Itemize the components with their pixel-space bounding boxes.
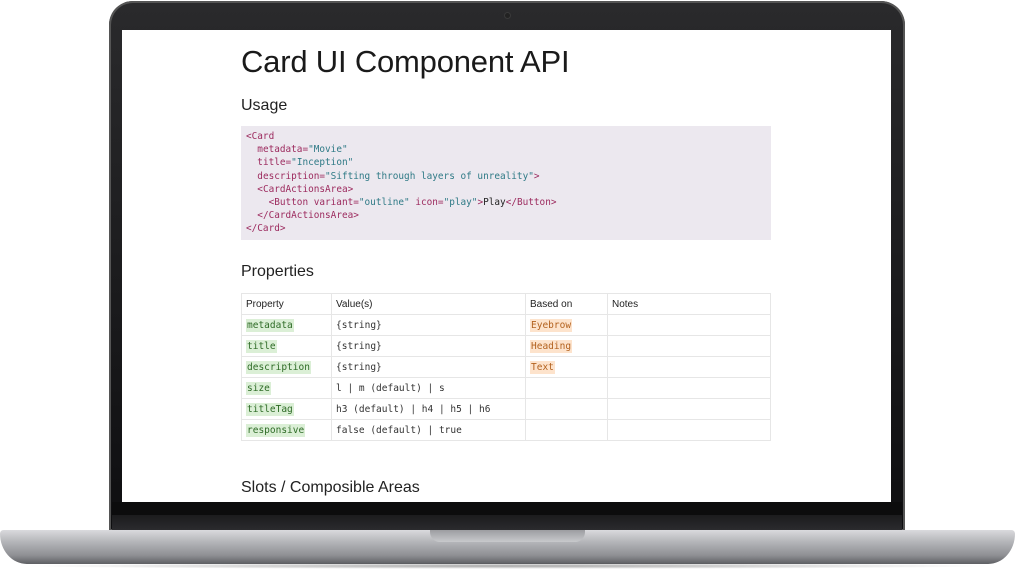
- based-on-chip: Text: [530, 360, 555, 374]
- notes-cell: [607, 314, 771, 336]
- property-cell: title: [241, 335, 332, 357]
- values-cell: {string}: [331, 314, 526, 336]
- properties-table-body: metadata {string} Eyebrow title {string} Head…: [241, 314, 771, 441]
- property-cell: description: [241, 356, 332, 378]
- based-on-cell: Heading: [525, 335, 608, 357]
- lid-opening-notch: [430, 530, 585, 542]
- code-line: title="Inception": [246, 156, 766, 169]
- property-cell: size: [241, 377, 332, 399]
- notes-cell: [607, 356, 771, 378]
- property-name-chip: size: [246, 381, 271, 395]
- notes-cell: [607, 335, 771, 357]
- slots-heading: Slots / Composible Areas: [241, 479, 420, 496]
- based-on-chip: Eyebrow: [530, 318, 573, 332]
- code-token: <Card: [246, 131, 275, 142]
- code-token: variant=: [313, 196, 359, 208]
- values-cell: l | m (default) | s: [331, 377, 526, 399]
- properties-table: Property Value(s) Based on Notes metadat…: [241, 293, 771, 441]
- table-row: responsive false (default) | true: [241, 419, 771, 441]
- header-based-on: Based on: [525, 293, 608, 315]
- values-cell: h3 (default) | h4 | h5 | h6: [331, 398, 526, 420]
- property-name-chip: title: [246, 339, 277, 353]
- values-cell: {string}: [331, 356, 526, 378]
- values-cell: {string}: [331, 335, 526, 357]
- code-token: title=: [257, 157, 292, 169]
- code-line: description="Sifting through layers of u…: [246, 170, 766, 183]
- property-name-chip: metadata: [246, 318, 294, 332]
- code-token: <CardActionsArea>: [257, 183, 354, 195]
- webcam-icon: [505, 13, 510, 18]
- code-line: <CardActionsArea>: [246, 183, 766, 196]
- page-title: Card UI Component API: [241, 44, 570, 79]
- based-on-cell: [525, 398, 608, 420]
- header-notes: Notes: [607, 293, 771, 315]
- code-token: "Sifting through layers of unreality": [325, 170, 534, 182]
- code-token: "outline": [358, 196, 410, 208]
- based-on-cell: Text: [525, 356, 608, 378]
- property-name-chip: titleTag: [246, 402, 294, 416]
- code-token: </CardActionsArea>: [257, 210, 359, 222]
- code-token: </Button>: [505, 196, 557, 208]
- code-line: <Button variant="outline" icon="play">Pl…: [246, 196, 766, 209]
- based-on-cell: [525, 377, 608, 399]
- code-token: </Card>: [246, 223, 286, 235]
- property-name-chip: responsive: [246, 423, 306, 437]
- code-token: "Inception": [291, 157, 354, 169]
- code-line: metadata="Movie": [246, 143, 766, 156]
- code-token: metadata=: [257, 144, 309, 156]
- code-line: </CardActionsArea>: [246, 209, 766, 222]
- notes-cell: [607, 419, 771, 441]
- code-token: description=: [257, 170, 326, 182]
- property-cell: metadata: [241, 314, 332, 336]
- property-cell: titleTag: [241, 398, 332, 420]
- code-token: icon=: [409, 196, 444, 208]
- code-token: Play: [483, 196, 506, 208]
- hinge-band: [112, 515, 902, 530]
- table-row: description {string} Text: [241, 356, 771, 378]
- table-row: metadata {string} Eyebrow: [241, 314, 771, 336]
- header-values: Value(s): [331, 293, 526, 315]
- code-line: </Card>: [246, 222, 766, 235]
- laptop-screen: Card UI Component API Usage <Card metada…: [122, 30, 891, 502]
- code-token: >: [533, 170, 540, 182]
- properties-heading: Properties: [241, 263, 314, 280]
- values-cell: false (default) | true: [331, 419, 526, 441]
- notes-cell: [607, 377, 771, 399]
- based-on-chip: Heading: [530, 339, 573, 353]
- code-token: "play": [443, 196, 478, 208]
- notes-cell: [607, 398, 771, 420]
- based-on-cell: [525, 419, 608, 441]
- code-line: <Card: [246, 130, 766, 143]
- based-on-cell: Eyebrow: [525, 314, 608, 336]
- property-name-chip: description: [246, 360, 311, 374]
- header-property: Property: [241, 293, 332, 315]
- usage-code-block: <Card metadata="Movie" title="Inception"…: [241, 126, 771, 240]
- table-header-row: Property Value(s) Based on Notes: [241, 293, 771, 315]
- usage-heading: Usage: [241, 97, 288, 114]
- property-cell: responsive: [241, 419, 332, 441]
- code-token: "Movie": [308, 144, 348, 156]
- table-row: titleTag h3 (default) | h4 | h5 | h6: [241, 398, 771, 420]
- laptop-shadow: [20, 563, 995, 569]
- code-token: <Button: [268, 196, 314, 208]
- table-row: size l | m (default) | s: [241, 377, 771, 399]
- table-row: title {string} Heading: [241, 335, 771, 357]
